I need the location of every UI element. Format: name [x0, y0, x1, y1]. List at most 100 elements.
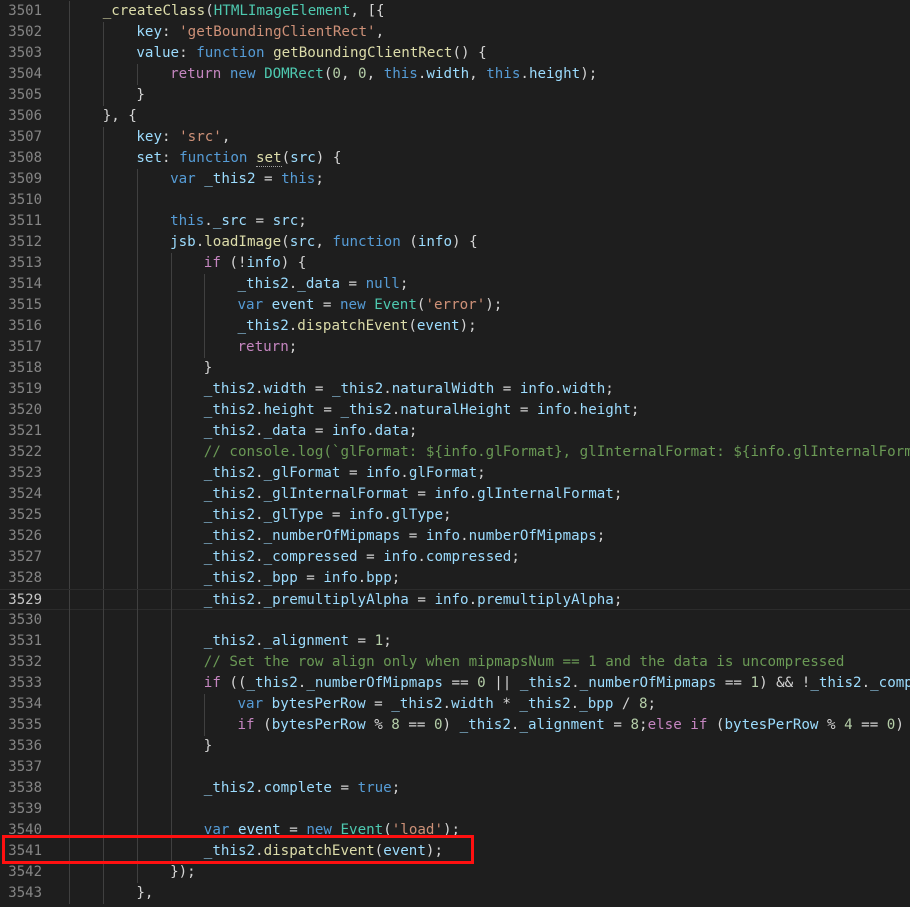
code-line[interactable]: 3526 _this2._numberOfMipmaps = info.numbe… [0, 526, 910, 547]
code-line[interactable]: 3541 _this2.dispatchEvent(event); [0, 841, 910, 862]
code-line[interactable]: 3530 [0, 610, 910, 631]
code-token: // console.log(`glFormat: ${info.glForma… [203, 444, 910, 460]
code-line[interactable]: 3511 this._src = src; [0, 211, 910, 232]
indent-guide [171, 799, 172, 820]
indent-guide [137, 169, 138, 190]
code-token: info [246, 255, 281, 271]
code-line[interactable]: 3534 var bytesPerRow = _this2.width * _th… [0, 694, 910, 715]
code-line[interactable]: 3532 // Set the row align only when mipma… [0, 652, 910, 673]
code-line[interactable]: 3525 _this2._glType = info.glType; [0, 505, 910, 526]
code-line[interactable]: 3538 _this2.complete = true; [0, 778, 910, 799]
indent-guide [69, 799, 70, 820]
code-line[interactable]: 3522 // console.log(`glFormat: ${info.glF… [0, 442, 910, 463]
code-token: 0 [358, 66, 367, 82]
code-line[interactable]: 3518} [0, 358, 910, 379]
code-text: key: 'getBoundingClientRect', [136, 22, 384, 43]
code-line[interactable]: 3510 [0, 190, 910, 211]
code-line[interactable]: 3509 var _this2 = this; [0, 169, 910, 190]
code-line[interactable]: 3536} [0, 736, 910, 757]
code-line[interactable]: 3520 _this2.height = _this2.naturalHeight… [0, 400, 910, 421]
code-token: . [255, 381, 264, 397]
code-line[interactable]: 3503 value: function getBoundingClientRec… [0, 43, 910, 64]
code-token: _bpp [263, 570, 298, 586]
indent-guide [137, 379, 138, 400]
code-token: _numberOfMipmaps [579, 675, 717, 691]
code-line[interactable]: 3516 _this2.dispatchEvent(event); [0, 316, 910, 337]
code-token: . [520, 66, 529, 82]
code-line[interactable]: 3542}); [0, 862, 910, 883]
code-text: _this2.dispatchEvent(event); [238, 316, 477, 337]
code-line[interactable]: 3521 _this2._data = info.data; [0, 421, 910, 442]
code-token: ; [647, 696, 657, 712]
indent-guide [204, 715, 205, 736]
indent-guide [103, 85, 104, 106]
code-line[interactable]: 3517 return; [0, 337, 910, 358]
indent-guide [103, 379, 104, 400]
indent-guide [137, 526, 138, 547]
line-number: 3510 [8, 192, 42, 208]
indent-guide [69, 715, 70, 736]
code-token: _this2 [246, 675, 298, 691]
indent-guide [69, 841, 70, 862]
code-line[interactable]: 3506}, { [0, 106, 910, 127]
line-number: 3515 [8, 297, 42, 313]
code-line[interactable]: 3540 var event = new Event('load'); [0, 820, 910, 841]
code-token: complete [263, 780, 332, 796]
code-token: : [162, 24, 180, 40]
code-line[interactable]: 3527 _this2._compressed = info.compressed… [0, 547, 910, 568]
code-line[interactable]: 3543}, [0, 883, 910, 904]
code-token: ; [315, 171, 324, 187]
code-token: _numberOfMipmaps [306, 675, 443, 691]
indent-guide [103, 148, 104, 169]
code-token: ) [442, 717, 460, 733]
code-line[interactable]: 3529 _this2._premultiplyAlpha = info.prem… [0, 589, 910, 611]
code-line[interactable]: 3512 jsb.loadImage(src, function (info) { [0, 232, 910, 253]
indent-guide [204, 337, 205, 358]
code-text: _this2.height = _this2.naturalHeight = i… [204, 400, 640, 421]
code-token: _this2 [204, 171, 256, 187]
code-token: numberOfMipmaps [468, 528, 597, 544]
code-line[interactable]: 3539 [0, 799, 910, 820]
code-token: . [255, 570, 264, 586]
code-line[interactable]: 3531 _this2._alignment = 1; [0, 631, 910, 652]
code-line[interactable]: 3508 set: function set(src) { [0, 148, 910, 169]
code-line[interactable]: 3524 _this2._glInternalFormat = info.glIn… [0, 484, 910, 505]
code-line[interactable]: 3502 key: 'getBoundingClientRect', [0, 22, 910, 43]
indent-guide [137, 211, 138, 232]
code-line[interactable]: 3523 _this2._glFormat = info.glFormat; [0, 463, 910, 484]
indent-guide [103, 22, 104, 43]
code-line[interactable]: 3504 return new DOMRect(0, 0, this.width,… [0, 64, 910, 85]
code-token: compressed [425, 549, 512, 565]
code-line[interactable]: 3533 if ((_this2._numberOfMipmaps == 0 ||… [0, 673, 910, 694]
code-token: ); [459, 318, 477, 334]
code-line[interactable]: 3519 _this2.width = _this2.naturalWidth =… [0, 379, 910, 400]
code-token: _this2 [340, 402, 392, 418]
code-token: else [647, 717, 682, 733]
indent-guide [69, 106, 70, 127]
indent-guide [69, 820, 70, 841]
code-line[interactable]: 3513 if (!info) { [0, 253, 910, 274]
code-token: _this2 [519, 675, 572, 691]
code-token: _this2 [810, 675, 862, 691]
line-number: 3518 [8, 360, 42, 376]
code-line[interactable]: 3514 _this2._data = null; [0, 274, 910, 295]
code-line[interactable]: 3537 [0, 757, 910, 778]
code-line[interactable]: 3505} [0, 85, 910, 106]
code-token: info [323, 570, 358, 586]
indent-guide [137, 316, 138, 337]
code-line[interactable]: 3507 key: 'src', [0, 127, 910, 148]
indent-guide [137, 631, 138, 652]
code-editor[interactable]: 3501 _createClass(HTMLImageElement, [{350… [0, 0, 910, 907]
line-number: 3517 [8, 339, 42, 355]
code-token: ( [400, 234, 418, 250]
code-line[interactable]: 3535 if (bytesPerRow % 8 == 0) _this2._al… [0, 715, 910, 736]
line-number: 3532 [8, 654, 42, 670]
code-line[interactable]: 3515 var event = new Event('error'); [0, 295, 910, 316]
code-line[interactable]: 3501 _createClass(HTMLImageElement, [{ [0, 1, 910, 22]
code-token: }); [170, 864, 196, 880]
code-token: ; [399, 276, 409, 292]
code-line[interactable]: 3528 _this2._bpp = info.bpp; [0, 568, 910, 589]
line-number: 3531 [8, 633, 42, 649]
code-token: ; [596, 528, 606, 544]
